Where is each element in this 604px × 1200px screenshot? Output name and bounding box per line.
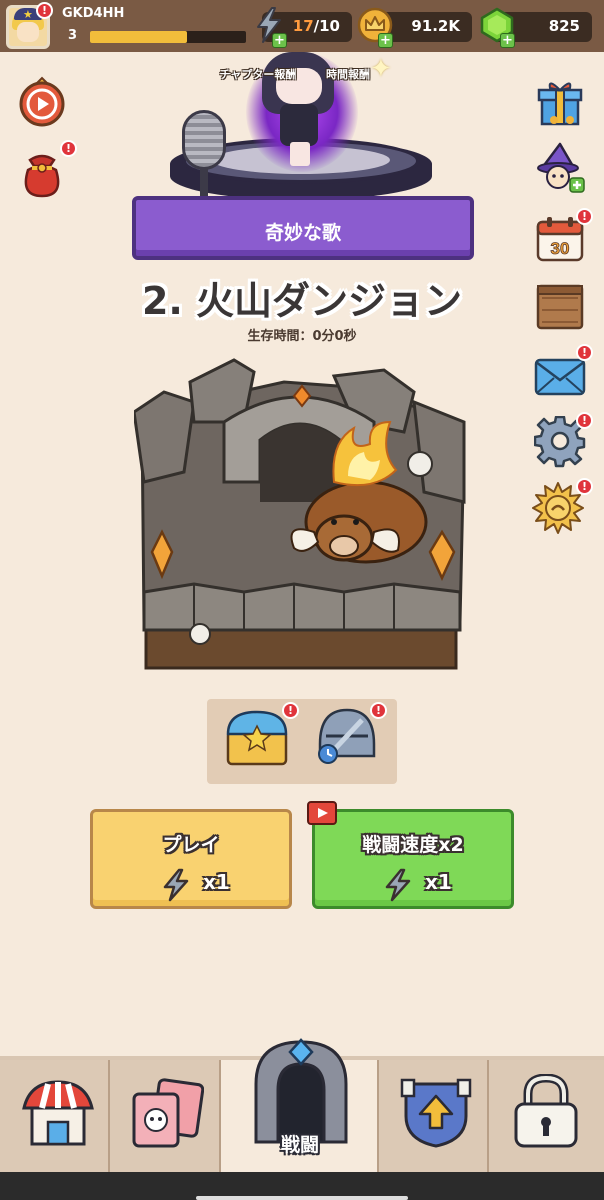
nav-battle-label: 戦闘 xyxy=(280,1134,319,1156)
gem-text: 825 xyxy=(548,17,580,35)
lucky-bag-icon[interactable] xyxy=(16,146,68,198)
cards-icon xyxy=(132,1078,204,1148)
event-banner[interactable]: 奇妙な歌 xyxy=(132,196,474,260)
event-banner-text: 奇妙な歌 xyxy=(264,222,341,244)
battle-speed-button[interactable]: 戦闘速度x2 x1 xyxy=(312,809,514,909)
play-button-label: プレイ xyxy=(162,834,220,856)
avatar-face xyxy=(17,22,39,42)
time-reward-alert-badge: ! xyxy=(370,702,387,719)
lucky-bag-alert-badge: ! xyxy=(60,140,77,157)
time-reward-label[interactable]: 時間報酬 xyxy=(306,66,390,82)
settings-alert-badge: ! xyxy=(576,412,593,429)
battle-gate-icon xyxy=(254,1038,348,1144)
auto-play-icon[interactable] xyxy=(16,76,68,128)
sun-event-alert-badge: ! xyxy=(576,478,593,495)
coin-text: 91.2K xyxy=(411,17,460,35)
wizard-hero-icon[interactable] xyxy=(534,142,586,194)
calendar-alert-badge: ! xyxy=(576,208,593,225)
microphone-icon xyxy=(182,110,226,170)
treasure-chest-icon[interactable] xyxy=(222,708,292,768)
speed-energy-bolt-icon xyxy=(385,868,411,902)
play-button[interactable]: プレイ x1 xyxy=(90,809,292,909)
singer-legs xyxy=(290,142,310,166)
avatar-alert-badge: ! xyxy=(36,2,53,19)
xp-bar xyxy=(90,31,246,43)
volcano-dungeon-scene[interactable] xyxy=(134,352,468,674)
gift-box-icon[interactable] xyxy=(534,76,586,128)
survival-time: 生存時間：0分0秒 xyxy=(247,329,357,344)
play-energy-bolt-icon xyxy=(163,868,189,902)
energy-current: 17 xyxy=(292,17,314,35)
avatar-star-icon: ★ xyxy=(23,8,33,21)
energy-text: 17/10 xyxy=(293,17,340,35)
play-button-cost: x1 xyxy=(203,870,230,894)
player-level: 3 xyxy=(68,28,78,43)
lock-icon xyxy=(514,1074,578,1148)
video-ad-icon xyxy=(307,801,337,825)
energy-max: /10 xyxy=(313,17,340,35)
upgrade-shield-icon xyxy=(400,1078,472,1148)
gem-plus-button[interactable]: + xyxy=(500,33,515,48)
singer-body xyxy=(280,104,318,146)
shop-icon xyxy=(22,1080,94,1146)
calendar-day: 30 xyxy=(551,239,570,258)
chapter-title: 2. 火山ダンジョン xyxy=(141,279,463,323)
coin-plus-button[interactable]: + xyxy=(378,33,393,48)
player-name: GKD4HH xyxy=(62,6,125,21)
battle-speed-button-label: 戦闘速度x2 xyxy=(362,834,464,856)
microphone-stand xyxy=(200,168,208,198)
home-indicator[interactable] xyxy=(196,1196,408,1200)
mail-alert-badge: ! xyxy=(576,344,593,361)
energy-plus-button[interactable]: + xyxy=(272,33,287,48)
chapter-reward-alert-badge: ! xyxy=(282,702,299,719)
battle-speed-button-cost: x1 xyxy=(425,870,452,894)
xp-bar-fill xyxy=(90,31,187,43)
chapter-reward-label[interactable]: チャプター報酬 xyxy=(212,66,304,82)
time-reward-helmet-icon[interactable] xyxy=(314,706,380,766)
